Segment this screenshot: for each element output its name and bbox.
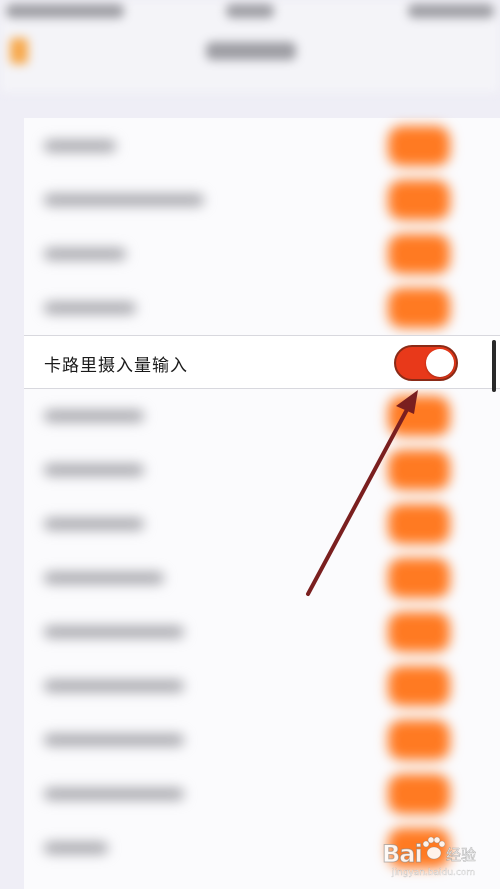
toggle-switch[interactable] — [388, 288, 450, 328]
page-title — [206, 42, 296, 60]
toggle-switch[interactable] — [388, 396, 450, 436]
status-bar-battery — [408, 4, 494, 18]
list-item-label — [44, 248, 126, 260]
list-item-label — [44, 572, 164, 584]
list-item-label — [44, 302, 136, 314]
status-bar-time — [226, 4, 274, 18]
toggle-switch[interactable] — [388, 234, 450, 274]
list-item[interactable] — [24, 604, 500, 658]
list-item-label — [44, 842, 108, 854]
toggle-knob — [426, 349, 454, 377]
list-item-label — [44, 626, 184, 638]
list-item[interactable] — [24, 766, 500, 820]
blurred-rows — [24, 118, 500, 889]
list-item[interactable] — [24, 280, 500, 334]
toggle-switch[interactable] — [388, 612, 450, 652]
toggle-switch[interactable] — [388, 450, 450, 490]
calorie-intake-input-row[interactable]: 卡路里摄入量输入 — [24, 335, 500, 389]
calorie-intake-input-label: 卡路里摄入量输入 — [44, 356, 188, 376]
list-item-label — [44, 464, 144, 476]
toggle-switch[interactable] — [388, 774, 450, 814]
back-icon[interactable] — [10, 38, 28, 64]
list-item[interactable] — [24, 226, 500, 280]
list-item[interactable] — [24, 496, 500, 550]
screen: 卡路里摄入量输入 Bai 经验 jingyan.baidu.com — [0, 0, 500, 889]
scrollbar[interactable] — [492, 340, 496, 392]
toggle-switch[interactable] — [388, 666, 450, 706]
watermark-suffix: 经验 — [446, 846, 477, 865]
list-item[interactable] — [24, 712, 500, 766]
toggle-switch[interactable] — [388, 720, 450, 760]
baidu-watermark: Bai 经验 jingyan.baidu.com — [378, 830, 498, 886]
list-item[interactable] — [24, 118, 500, 172]
list-item[interactable] — [24, 172, 500, 226]
list-item-label — [44, 410, 144, 422]
list-item-label — [44, 680, 184, 692]
list-item[interactable] — [24, 388, 500, 442]
list-item[interactable] — [24, 658, 500, 712]
list-item-label — [44, 518, 144, 530]
toggle-switch[interactable] — [388, 126, 450, 166]
toggle-switch[interactable] — [388, 504, 450, 544]
paw-icon — [422, 836, 446, 860]
list-item[interactable] — [24, 550, 500, 604]
list-item-label — [44, 788, 184, 800]
watermark-brand: Bai — [382, 840, 424, 869]
watermark-url: jingyan.baidu.com — [392, 868, 476, 878]
list-item[interactable] — [24, 442, 500, 496]
status-bar-carrier — [6, 4, 124, 18]
calorie-intake-toggle[interactable] — [394, 345, 458, 381]
list-item-label — [44, 734, 184, 746]
settings-list — [24, 118, 500, 889]
navigation-header — [0, 0, 500, 92]
toggle-switch[interactable] — [388, 558, 450, 598]
toggle-switch[interactable] — [388, 180, 450, 220]
list-item-label — [44, 194, 204, 206]
list-item-label — [44, 140, 116, 152]
